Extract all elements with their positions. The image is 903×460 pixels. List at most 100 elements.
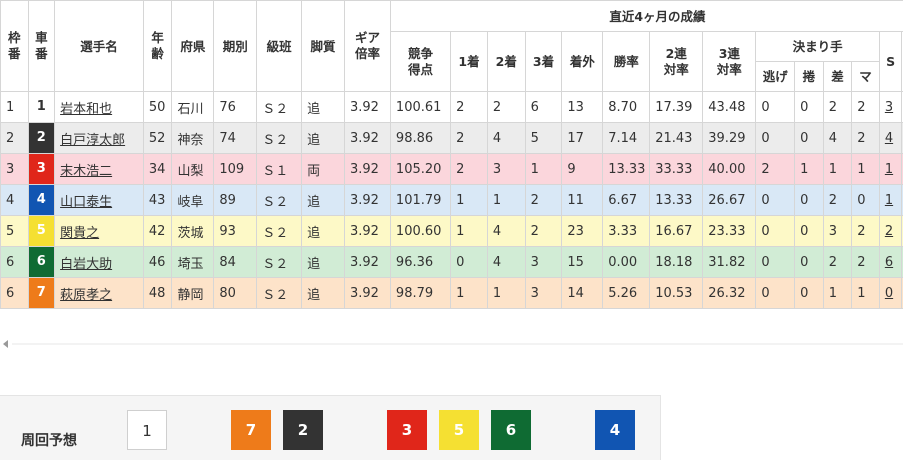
out-cell: 15	[562, 247, 603, 278]
prefecture-cell: 神奈	[172, 123, 214, 154]
rider-name-link[interactable]: 岩本和也	[60, 102, 112, 117]
rate2-cell: 17.39	[650, 92, 703, 123]
first-cell: 2	[451, 123, 488, 154]
header-second: 2着	[487, 32, 525, 92]
car-number-badge: 7	[29, 278, 55, 308]
lap-prediction-car-box: 5	[439, 410, 479, 450]
score-cell: 100.61	[390, 92, 450, 123]
horizontal-scrollbar[interactable]	[12, 343, 903, 345]
car-number-badge: 1	[29, 92, 55, 122]
rider-name-link[interactable]: 山口泰生	[60, 195, 112, 210]
waku-cell: 6	[1, 247, 29, 278]
car-number-cell: 7	[28, 278, 55, 309]
car-number-badge: 3	[29, 154, 55, 184]
entry-table: 枠番 車番 選手名 年齢 府県 期別 級班 脚質 ギア倍率 直近4ヶ月の成績 競…	[0, 0, 903, 309]
makuri-cell: 0	[795, 216, 824, 247]
rate2-cell: 16.67	[650, 216, 703, 247]
out-cell: 17	[562, 123, 603, 154]
class-cell: Ｓ１	[257, 154, 302, 185]
sashi-cell: 4	[823, 123, 852, 154]
rider-name-link[interactable]: 末木浩二	[60, 164, 112, 179]
s-count-link[interactable]: 0	[885, 286, 893, 301]
second-cell: 4	[487, 247, 525, 278]
header-kimarite: 決まり手	[756, 32, 880, 62]
rider-name-cell: 萩原孝之	[55, 278, 144, 309]
rider-name-cell: 山口泰生	[55, 185, 144, 216]
gear-cell: 3.92	[344, 247, 390, 278]
rider-name-cell: 岩本和也	[55, 92, 144, 123]
rider-name-link[interactable]: 萩原孝之	[60, 288, 112, 303]
first-cell: 1	[451, 185, 488, 216]
lap-prediction-car-box: 3	[387, 410, 427, 450]
first-cell: 1	[451, 278, 488, 309]
win-rate-cell: 13.33	[603, 154, 650, 185]
lap-prediction-label: 周回予想	[21, 430, 77, 450]
mark-cell: 2	[852, 247, 880, 278]
term-cell: 80	[214, 278, 257, 309]
table-row: 4 4 山口泰生 43 岐阜 89 Ｓ２ 追 3.92 101.79 1 1 2…	[1, 185, 903, 216]
s-count-link[interactable]: 1	[885, 162, 893, 177]
scroll-left-arrow-icon[interactable]	[3, 340, 8, 348]
rate2-cell: 13.33	[650, 185, 703, 216]
makuri-cell: 0	[795, 123, 824, 154]
rate2-cell: 10.53	[650, 278, 703, 309]
term-cell: 93	[214, 216, 257, 247]
gear-cell: 3.92	[344, 216, 390, 247]
age-cell: 48	[143, 278, 172, 309]
gear-cell: 3.92	[344, 154, 390, 185]
age-cell: 43	[143, 185, 172, 216]
s-count-link[interactable]: 3	[885, 100, 893, 115]
mark-cell: 0	[852, 185, 880, 216]
header-sashi: 差	[823, 62, 852, 92]
out-cell: 13	[562, 92, 603, 123]
rider-name-link[interactable]: 白戸淳太郎	[60, 133, 125, 148]
gear-cell: 3.92	[344, 123, 390, 154]
header-pref: 府県	[172, 1, 214, 92]
car-number-badge: 4	[29, 185, 55, 215]
class-cell: Ｓ２	[257, 185, 302, 216]
lap-prediction-car-box: 7	[231, 410, 271, 450]
out-cell: 9	[562, 154, 603, 185]
age-cell: 52	[143, 123, 172, 154]
s-count-link[interactable]: 6	[885, 255, 893, 270]
header-style: 脚質	[302, 1, 345, 92]
rate3-cell: 31.82	[703, 247, 756, 278]
win-rate-cell: 7.14	[603, 123, 650, 154]
lap-prediction-car-box: 6	[491, 410, 531, 450]
s-count-link[interactable]: 4	[885, 131, 893, 146]
s-cell: 1	[879, 185, 901, 216]
sashi-cell: 1	[823, 154, 852, 185]
s-count-link[interactable]: 1	[885, 193, 893, 208]
car-number-cell: 5	[28, 216, 55, 247]
rider-name-link[interactable]: 白岩大助	[60, 257, 112, 272]
header-waku: 枠番	[1, 1, 29, 92]
car-number-badge: 6	[29, 247, 55, 277]
nige-cell: 0	[756, 247, 795, 278]
header-nige: 逃げ	[756, 62, 795, 92]
class-cell: Ｓ２	[257, 278, 302, 309]
prefecture-cell: 静岡	[172, 278, 214, 309]
second-cell: 3	[487, 154, 525, 185]
rider-name-link[interactable]: 関貴之	[60, 226, 99, 241]
style-cell: 追	[302, 185, 345, 216]
rider-name-cell: 関貴之	[55, 216, 144, 247]
waku-cell: 3	[1, 154, 29, 185]
win-rate-cell: 8.70	[603, 92, 650, 123]
header-class: 級班	[257, 1, 302, 92]
header-car: 車番	[28, 1, 55, 92]
makuri-cell: 0	[795, 92, 824, 123]
out-cell: 11	[562, 185, 603, 216]
table-row: 6 7 萩原孝之 48 静岡 80 Ｓ２ 追 3.92 98.79 1 1 3 …	[1, 278, 903, 309]
prefecture-cell: 岐阜	[172, 185, 214, 216]
car-number-cell: 3	[28, 154, 55, 185]
header-win-rate: 勝率	[603, 32, 650, 92]
class-cell: Ｓ２	[257, 123, 302, 154]
s-count-link[interactable]: 2	[885, 224, 893, 239]
first-cell: 2	[451, 154, 488, 185]
entry-table-container[interactable]: 枠番 車番 選手名 年齢 府県 期別 級班 脚質 ギア倍率 直近4ヶ月の成績 競…	[0, 0, 903, 322]
prefecture-cell: 石川	[172, 92, 214, 123]
win-rate-cell: 0.00	[603, 247, 650, 278]
header-rate3: 3連対率	[703, 32, 756, 92]
rider-name-cell: 末木浩二	[55, 154, 144, 185]
lap-prediction-car-box: 4	[595, 410, 635, 450]
